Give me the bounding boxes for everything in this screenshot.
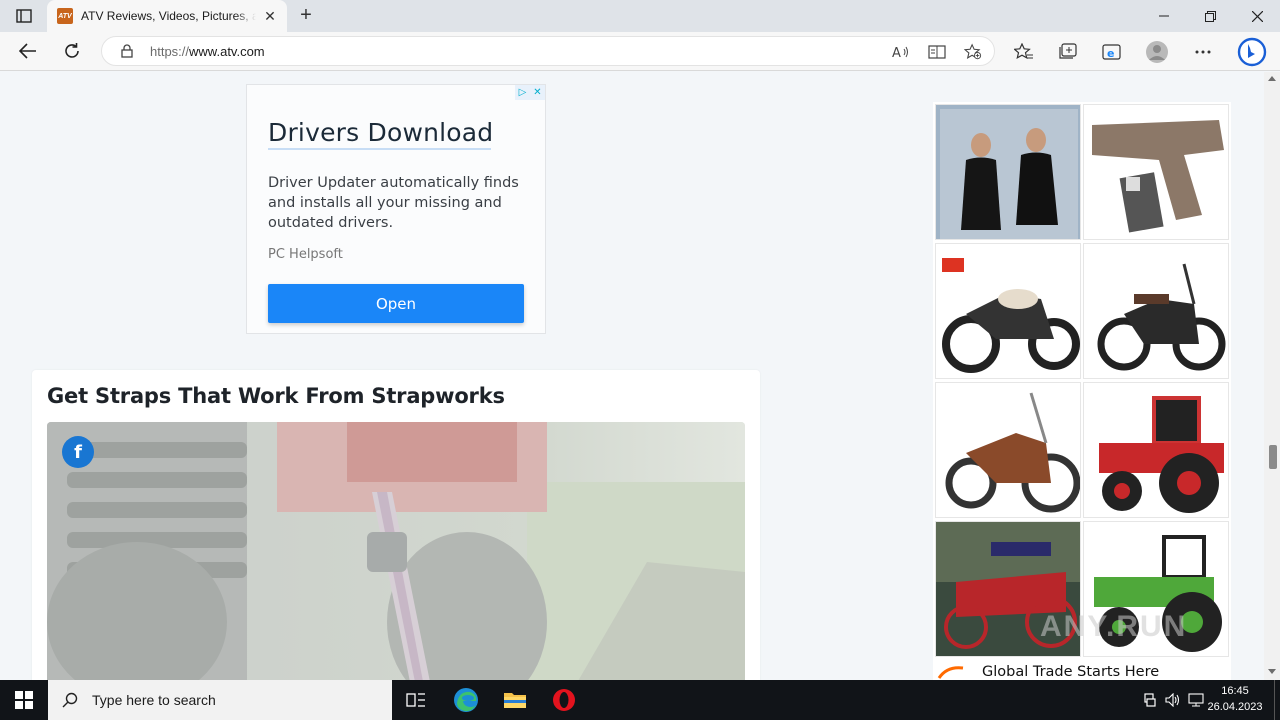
search-placeholder: Type here to search [92,692,216,708]
taskbar-file-explorer[interactable] [491,680,539,720]
profile-avatar[interactable] [1146,41,1168,63]
web-page: ▷ ✕ Drivers Download Driver Updater auto… [0,72,1264,680]
article-title[interactable]: Get Straps That Work From Strapworks [47,384,505,408]
ad-close-icon[interactable]: ✕ [530,85,545,100]
atv-strap-photo [47,422,745,680]
clock-time: 16:45 [1221,685,1249,697]
thumbnail-chopper-motorcycle[interactable] [935,382,1081,518]
ad-headline-underline [268,148,491,150]
task-view-button[interactable] [392,680,440,720]
clock-date: 26.04.2023 [1207,701,1263,713]
task-view-icon [406,693,425,707]
windows-logo-icon [15,691,33,709]
add-favorite-icon[interactable] [964,43,982,61]
display-ad[interactable]: ▷ ✕ Drivers Download Driver Updater auto… [246,84,546,334]
honda-motorcycle-photo-icon [936,244,1080,378]
facebook-share-icon[interactable]: f [62,436,94,468]
more-options-icon[interactable] [1192,41,1214,63]
browser-toolbar: https://www.atv.com A e [0,32,1280,71]
adchoices[interactable]: ▷ ✕ [515,85,545,100]
classic-motorcycle-photo-icon [1084,244,1228,378]
alibaba-logo-icon [937,666,964,679]
red-tractor-photo-icon [1084,383,1228,517]
bing-chat-icon[interactable] [1236,36,1268,68]
taskbar-edge[interactable] [442,680,490,720]
thumbnail-dress[interactable] [935,104,1081,240]
adchoices-icon[interactable]: ▷ [515,85,530,100]
url-text[interactable]: https://www.atv.com [150,44,265,59]
network-icon[interactable] [1142,692,1158,708]
svg-text:e: e [1107,47,1114,60]
sidebar-ad[interactable]: ▷ ✕ Global Trade Starts Here [933,102,1231,680]
sidebar-ad-footer[interactable]: Global Trade Starts Here [933,662,1231,680]
minimize-button[interactable] [1141,0,1187,32]
tab-close-icon[interactable]: ✕ [261,8,279,25]
article-card: Get Straps That Work From Strapworks f [32,370,760,680]
tab-title: ATV Reviews, Videos, Pictures, and [81,9,256,23]
close-icon [1251,10,1263,22]
url-host: www.atv.com [189,43,265,59]
start-button[interactable] [0,680,48,720]
windows-taskbar: Type here to search 16:45 26.04.2023 [0,680,1280,720]
favorites-icon[interactable] [1013,41,1035,63]
svg-text:A: A [892,46,901,60]
ad-open-button[interactable]: Open [268,284,524,323]
collections-icon[interactable] [1057,41,1079,63]
sidebar-ad-footer-text: Global Trade Starts Here [982,664,1160,680]
edge-icon [454,688,478,712]
ie-mode-icon[interactable]: e [1101,41,1123,63]
thumbnail-red-tractor[interactable] [1083,382,1229,518]
atv-favicon-icon: ATV [57,8,73,24]
pistol-usb-photo-icon [1084,105,1228,239]
display-icon[interactable] [1188,692,1204,708]
refresh-button[interactable] [57,37,87,65]
scrollbar-thumb[interactable] [1269,445,1277,469]
dress-photo-icon [936,105,1080,239]
chopper-motorcycle-photo-icon [936,383,1080,517]
url-protocol: https:// [150,43,190,59]
ad-headline[interactable]: Drivers Download [268,118,493,147]
page-scrollbar[interactable] [1264,72,1280,680]
scroll-up-icon[interactable] [1268,76,1276,81]
thumbnail-classic-motorcycle[interactable] [1083,243,1229,379]
address-bar[interactable]: https://www.atv.com A [101,36,995,66]
close-window-button[interactable] [1234,0,1280,32]
new-tab-button[interactable]: + [294,4,318,28]
thumbnail-honda-motorcycle[interactable] [935,243,1081,379]
minimize-icon [1159,15,1169,17]
anyrun-watermark: ANY.RUN [1040,610,1188,643]
ad-advertiser: PC Helpsoft [268,247,343,262]
thumbnail-pistol-usb[interactable] [1083,104,1229,240]
volume-icon[interactable] [1165,692,1181,708]
tab-strip: ATV ATV Reviews, Videos, Pictures, and ✕… [0,0,1280,32]
show-desktop-button[interactable] [1274,680,1280,720]
article-hero-image[interactable]: f [47,422,745,680]
back-arrow-icon [19,43,36,59]
immersive-reader-icon[interactable] [928,43,946,61]
tab-actions-button[interactable] [10,5,38,27]
refresh-icon [65,43,79,58]
opera-icon [553,689,575,711]
tab-actions-icon [16,9,32,23]
active-tab[interactable]: ATV ATV Reviews, Videos, Pictures, and ✕ [47,0,287,32]
ad-description: Driver Updater automatically finds and i… [268,175,519,231]
back-button[interactable] [13,37,43,65]
search-icon [62,692,78,708]
taskbar-opera[interactable] [540,680,588,720]
restore-icon [1204,10,1216,22]
scroll-down-icon[interactable] [1268,669,1276,674]
restore-button[interactable] [1187,0,1233,32]
taskbar-search[interactable]: Type here to search [48,680,392,720]
folder-icon [504,693,526,708]
read-aloud-icon[interactable]: A [892,43,910,61]
system-clock[interactable]: 16:45 26.04.2023 [1206,683,1264,715]
lock-icon[interactable] [120,44,134,58]
